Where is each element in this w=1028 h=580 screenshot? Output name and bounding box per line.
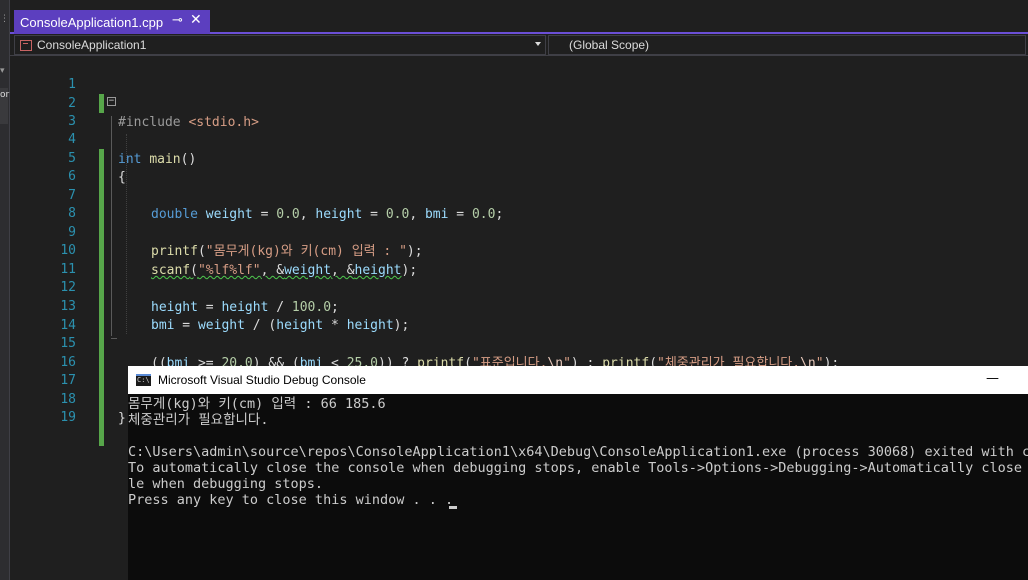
project-dropdown-label: ConsoleApplication1 (37, 38, 147, 52)
chevron-down-icon[interactable] (535, 42, 541, 46)
scope-dropdown-label: (Global Scope) (569, 38, 650, 52)
navigation-bar: ConsoleApplication1 (Global Scope) (10, 34, 1028, 56)
left-strip-label: or (0, 90, 10, 100)
left-strip-mark-2: ▾ (0, 66, 5, 76)
code-line: 3 − int main() (10, 93, 1028, 168)
code-line: 11 height = height / 100.0; (10, 241, 1028, 315)
left-tool-strip: ⋮ ▾ or (0, 0, 10, 580)
close-icon[interactable]: ✕ (190, 12, 202, 28)
minimize-icon[interactable]: — (986, 371, 999, 386)
console-line: 몸무게(kg)와 키(cm) 입력 : 66 185.6 (128, 396, 386, 412)
scope-dropdown[interactable]: (Global Scope) (548, 35, 1026, 55)
project-icon (20, 40, 32, 51)
tab-title: ConsoleApplication1.cpp (20, 15, 164, 30)
project-dropdown[interactable]: ConsoleApplication1 (14, 35, 546, 55)
debug-console-window[interactable]: C:\ Microsoft Visual Studio Debug Consol… (128, 366, 1028, 580)
code-line: 7 (10, 167, 1028, 224)
console-line: C:\Users\admin\source\repos\ConsoleAppli… (128, 444, 1028, 460)
console-line: le when debugging stops. (128, 476, 324, 492)
code-line: 1 #include <stdio.h> (10, 56, 1028, 130)
console-app-icon: C:\ (136, 374, 151, 386)
console-line: Press any key to close this window . . . (128, 492, 454, 508)
code-line: 8 printf("몸무게(kg)와 키(cm) 입력 : "); (10, 185, 1028, 259)
code-line: 4 { (10, 111, 1028, 185)
code-line: 10 (10, 222, 1028, 279)
code-line: 5 (10, 130, 1028, 187)
change-marker (99, 427, 104, 446)
document-tab-bar: ConsoleApplication1.cpp ⊸ ✕ (10, 0, 1028, 34)
code-line: 12 bmi = weight / (height * height); (10, 259, 1028, 333)
tab-consoleapplication1-cpp[interactable]: ConsoleApplication1.cpp ⊸ ✕ (14, 10, 210, 34)
code-line: 15 (10, 315, 1028, 372)
code-line: 16 return 0; (10, 334, 1028, 408)
pin-icon[interactable]: ⊸ (172, 13, 183, 28)
console-line: To automatically close the console when … (128, 460, 1028, 476)
console-line: 체중관리가 필요합니다. (128, 412, 269, 428)
text-cursor (449, 506, 457, 509)
code-line: 14 ((bmi >= 20.0) && (bmi < 25.0)) ? pri… (10, 297, 1028, 371)
code-line: 6 double weight = 0.0, height = 0.0, bmi… (10, 148, 1028, 222)
console-title: Microsoft Visual Studio Debug Console (158, 373, 366, 387)
collapse-icon[interactable]: − (107, 97, 116, 106)
code-line: 13 (10, 278, 1028, 335)
console-output[interactable]: 몸무게(kg)와 키(cm) 입력 : 66 185.6 체중관리가 필요합니다… (128, 396, 1028, 580)
left-strip-mark-1: ⋮ (0, 14, 9, 24)
code-line: 2 (10, 75, 1028, 111)
code-line: 9 scanf("%lf%lf", &weight, &height); (10, 204, 1028, 278)
console-title-bar[interactable]: C:\ Microsoft Visual Studio Debug Consol… (128, 366, 1028, 394)
